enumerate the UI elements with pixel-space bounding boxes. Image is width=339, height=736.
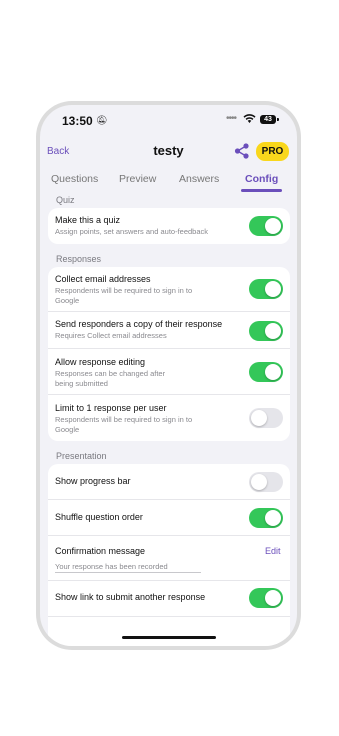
setting-title: Confirmation message [55, 546, 146, 556]
send-copy-toggle[interactable] [249, 321, 283, 341]
limit-one-toggle[interactable] [249, 408, 283, 428]
setting-title: Shuffle question order [55, 512, 143, 522]
silent-bell-icon: 🔕︎ [96, 115, 108, 125]
tab-questions[interactable]: Questions [51, 173, 98, 185]
collect-email-toggle[interactable] [249, 279, 283, 299]
submit-another-toggle[interactable] [249, 588, 283, 608]
presentation-card: Show progress bar Shuffle question order… [48, 464, 290, 646]
quiz-toggle[interactable] [249, 216, 283, 236]
signal-dots-icon: •••• [226, 113, 237, 124]
toggle-knob [265, 281, 281, 297]
setting-subtitle: Respondents will be required to sign in … [55, 415, 193, 434]
nav-bar: Back testy PRO [40, 139, 297, 165]
screen: 13:50 🔕︎ •••• 43 Back testy PRO Question… [40, 105, 297, 646]
status-bar: 13:50 🔕︎ •••• 43 [40, 105, 297, 137]
setting-row-make-quiz: Make this a quiz Assign points, set answ… [48, 208, 290, 244]
section-header-quiz: Quiz [56, 195, 75, 205]
setting-subtitle: Responses can be changed after being sub… [55, 369, 166, 388]
toggle-knob [265, 364, 281, 380]
battery-icon: 43 [260, 115, 279, 124]
setting-row-shuffle: Shuffle question order [48, 500, 290, 536]
responses-card: Collect email addresses Respondents will… [48, 267, 290, 441]
setting-title: Show progress bar [55, 476, 131, 486]
toggle-knob [265, 510, 281, 526]
setting-row-send-copy: Send responders a copy of their response… [48, 312, 290, 349]
tab-config[interactable]: Config [245, 173, 278, 185]
shuffle-toggle[interactable] [249, 508, 283, 528]
toggle-knob [251, 410, 267, 426]
section-header-presentation: Presentation [56, 451, 107, 461]
setting-row-allow-editing: Allow response editing Responses can be … [48, 349, 290, 395]
setting-title: Allow response editing [55, 357, 146, 367]
home-indicator [122, 636, 216, 639]
toggle-knob [265, 590, 281, 606]
allow-editing-toggle[interactable] [249, 362, 283, 382]
setting-title: Send responders a copy of their response [55, 319, 223, 329]
setting-title: Make this a quiz [55, 215, 121, 225]
setting-subtitle: Requires Collect email addresses [55, 331, 167, 340]
section-header-responses: Responses [56, 254, 102, 264]
setting-row-confirmation: Confirmation message Edit Your response … [48, 536, 290, 581]
setting-title: Limit to 1 response per user [55, 403, 167, 413]
setting-row-progress-bar: Show progress bar [48, 464, 290, 500]
setting-row-collect-email: Collect email addresses Respondents will… [48, 267, 290, 312]
share-icon[interactable] [233, 142, 251, 160]
confirmation-underline [55, 572, 201, 573]
tab-preview[interactable]: Preview [119, 173, 156, 185]
pro-badge-button[interactable]: PRO [256, 142, 289, 161]
edit-confirmation-button[interactable]: Edit [265, 546, 281, 556]
active-tab-indicator [241, 189, 282, 192]
confirmation-message-value[interactable]: Your response has been recorded [55, 562, 215, 572]
setting-row-limit-one: Limit to 1 response per user Respondents… [48, 395, 290, 441]
setting-title: Collect email addresses [55, 274, 151, 284]
progress-bar-toggle[interactable] [249, 472, 283, 492]
setting-row-submit-another: Show link to submit another response [48, 581, 290, 617]
status-time: 13:50 [62, 114, 93, 128]
toggle-knob [265, 323, 281, 339]
quiz-card: Make this a quiz Assign points, set answ… [48, 208, 290, 244]
setting-subtitle: Respondents will be required to sign in … [55, 286, 193, 305]
toggle-knob [251, 474, 267, 490]
tab-bar: Questions Preview Answers Config [40, 171, 297, 193]
wifi-icon [243, 114, 256, 123]
toggle-knob [265, 218, 281, 234]
setting-title: Show link to submit another response [55, 592, 206, 602]
back-button[interactable]: Back [47, 146, 69, 157]
setting-subtitle: Assign points, set answers and auto-feed… [55, 227, 209, 236]
tab-answers[interactable]: Answers [179, 173, 219, 185]
